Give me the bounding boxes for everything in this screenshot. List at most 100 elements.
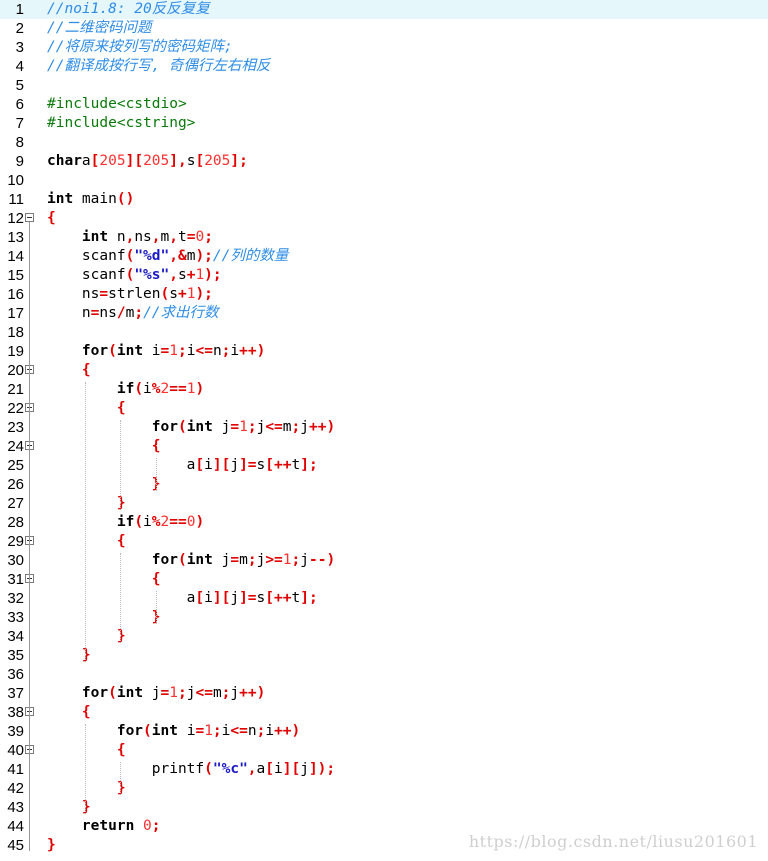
code-line[interactable]: 2 //二维密码问题 xyxy=(0,19,768,38)
token: = xyxy=(230,552,240,568)
token: ]); xyxy=(308,761,336,777)
code-line[interactable]: 4 //翻译成按行写, 奇偶行左右相反 xyxy=(0,57,768,76)
line-number: 23 xyxy=(7,419,24,436)
code-line[interactable]: 5 xyxy=(0,76,768,95)
token: / xyxy=(116,305,126,321)
code-text: for(int j=1;j<=m;j++) xyxy=(47,684,265,703)
code-line[interactable]: 37 for(int j=1;j<=m;j++) xyxy=(0,684,768,703)
code-line[interactable]: 12 { xyxy=(0,209,768,228)
code-line[interactable]: 10 xyxy=(0,171,768,190)
code-line[interactable]: 11 int main() xyxy=(0,190,768,209)
code-line[interactable]: 24 { xyxy=(0,437,768,456)
token: 0 xyxy=(195,229,205,245)
code-line[interactable]: 8 xyxy=(0,133,768,152)
token: for xyxy=(81,685,109,701)
line-number: 43 xyxy=(7,799,24,816)
fold-toggle-icon[interactable] xyxy=(25,213,34,222)
line-number: 13 xyxy=(7,229,24,246)
code-line[interactable]: 35 } xyxy=(0,646,768,665)
token: ( xyxy=(108,343,117,359)
token: n xyxy=(247,723,257,739)
token: , xyxy=(247,761,257,777)
code-line[interactable]: 19 for(int i=1;i<=n;i++) xyxy=(0,342,768,361)
token: ][ xyxy=(282,761,301,777)
code-line[interactable]: 21 if(i%2==1) xyxy=(0,380,768,399)
code-text: { xyxy=(47,437,161,456)
code-line[interactable]: 1 //noi1.8: 20反反复复 xyxy=(0,0,768,19)
line-number: 42 xyxy=(7,780,24,797)
code-text: int main() xyxy=(47,190,134,209)
token: i xyxy=(230,343,240,359)
code-line[interactable]: 41 printf("%c",a[i][j]); xyxy=(0,760,768,779)
token: ]; xyxy=(230,153,248,169)
token: scanf xyxy=(47,267,126,283)
line-number: 44 xyxy=(7,818,24,835)
token: scanf xyxy=(47,248,126,264)
token: n xyxy=(108,229,126,245)
line-number: 12 xyxy=(7,210,24,227)
token: ]; xyxy=(300,457,318,473)
code-line[interactable]: 31 { xyxy=(0,570,768,589)
code-line[interactable]: 17 n=ns/m;//求出行数 xyxy=(0,304,768,323)
token: ++) xyxy=(239,685,266,701)
token: = xyxy=(160,685,170,701)
token: ]; xyxy=(300,590,318,606)
token: j xyxy=(230,590,240,606)
token: ; xyxy=(134,305,144,321)
indent-guide xyxy=(85,382,86,662)
code-line[interactable]: 36 xyxy=(0,665,768,684)
token: printf xyxy=(47,761,205,777)
token: ); xyxy=(204,267,222,283)
code-line[interactable]: 42 } xyxy=(0,779,768,798)
code-line[interactable]: 40 { xyxy=(0,741,768,760)
code-line[interactable]: 43 } xyxy=(0,798,768,817)
code-line[interactable]: 34 } xyxy=(0,627,768,646)
token: #include<cstring> xyxy=(47,115,196,131)
code-line[interactable]: 16 ns=strlen(s+1); xyxy=(0,285,768,304)
code-line[interactable]: 29 { xyxy=(0,532,768,551)
code-line[interactable]: 15 scanf("%s",s+1); xyxy=(0,266,768,285)
token: ; xyxy=(247,552,257,568)
code-line[interactable]: 39 for(int i=1;i<=n;i++) xyxy=(0,722,768,741)
line-number: 37 xyxy=(7,685,24,702)
code-line[interactable]: 7 #include<cstring> xyxy=(0,114,768,133)
code-line[interactable]: 18 xyxy=(0,323,768,342)
token: { xyxy=(81,704,91,720)
code-line[interactable]: 6 #include<cstdio> xyxy=(0,95,768,114)
code-line[interactable]: 14 scanf("%d",&m);//列的数量 xyxy=(0,247,768,266)
code-text: } xyxy=(47,836,56,855)
line-number: 2 xyxy=(15,20,24,37)
code-line[interactable]: 27 } xyxy=(0,494,768,513)
code-line[interactable]: 26 } xyxy=(0,475,768,494)
token: ; xyxy=(247,419,257,435)
code-line[interactable]: 25 a[i][j]=s[++t]; xyxy=(0,456,768,475)
token: ); xyxy=(195,286,213,302)
code-text: scanf("%d",&m);//列的数量 xyxy=(47,247,288,266)
code-line[interactable]: 30 for(int j=m;j>=1;j--) xyxy=(0,551,768,570)
code-line[interactable]: 13 int n,ns,m,t=0; xyxy=(0,228,768,247)
code-line[interactable]: 20 { xyxy=(0,361,768,380)
token: ; xyxy=(291,419,301,435)
code-line[interactable]: 9 chara[205][205],s[205]; xyxy=(0,152,768,171)
code-line[interactable]: 22 { xyxy=(0,399,768,418)
code-line[interactable]: 28 if(i%2==0) xyxy=(0,513,768,532)
code-text: #include<cstring> xyxy=(47,114,195,133)
token: n xyxy=(47,305,91,321)
token: if xyxy=(116,381,135,397)
code-line[interactable]: 33 } xyxy=(0,608,768,627)
token: j xyxy=(300,552,309,568)
watermark: https://blog.csdn.net/liusu201601 xyxy=(468,832,758,851)
code-editor[interactable]: 1 //noi1.8: 20反反复复 2 //二维密码问题 3 //将原来按列写的密码矩阵… xyxy=(0,0,768,861)
token: ], xyxy=(169,153,187,169)
code-line[interactable]: 3 //将原来按列写的密码矩阵; xyxy=(0,38,768,57)
token: { xyxy=(116,400,126,416)
token: { xyxy=(116,533,126,549)
code-line[interactable]: 23 for(int j=1;j<=m;j++) xyxy=(0,418,768,437)
code-line[interactable]: 38 { xyxy=(0,703,768,722)
code-text: a[i][j]=s[++t]; xyxy=(47,589,318,608)
code-line[interactable]: 32 a[i][j]=s[++t]; xyxy=(0,589,768,608)
